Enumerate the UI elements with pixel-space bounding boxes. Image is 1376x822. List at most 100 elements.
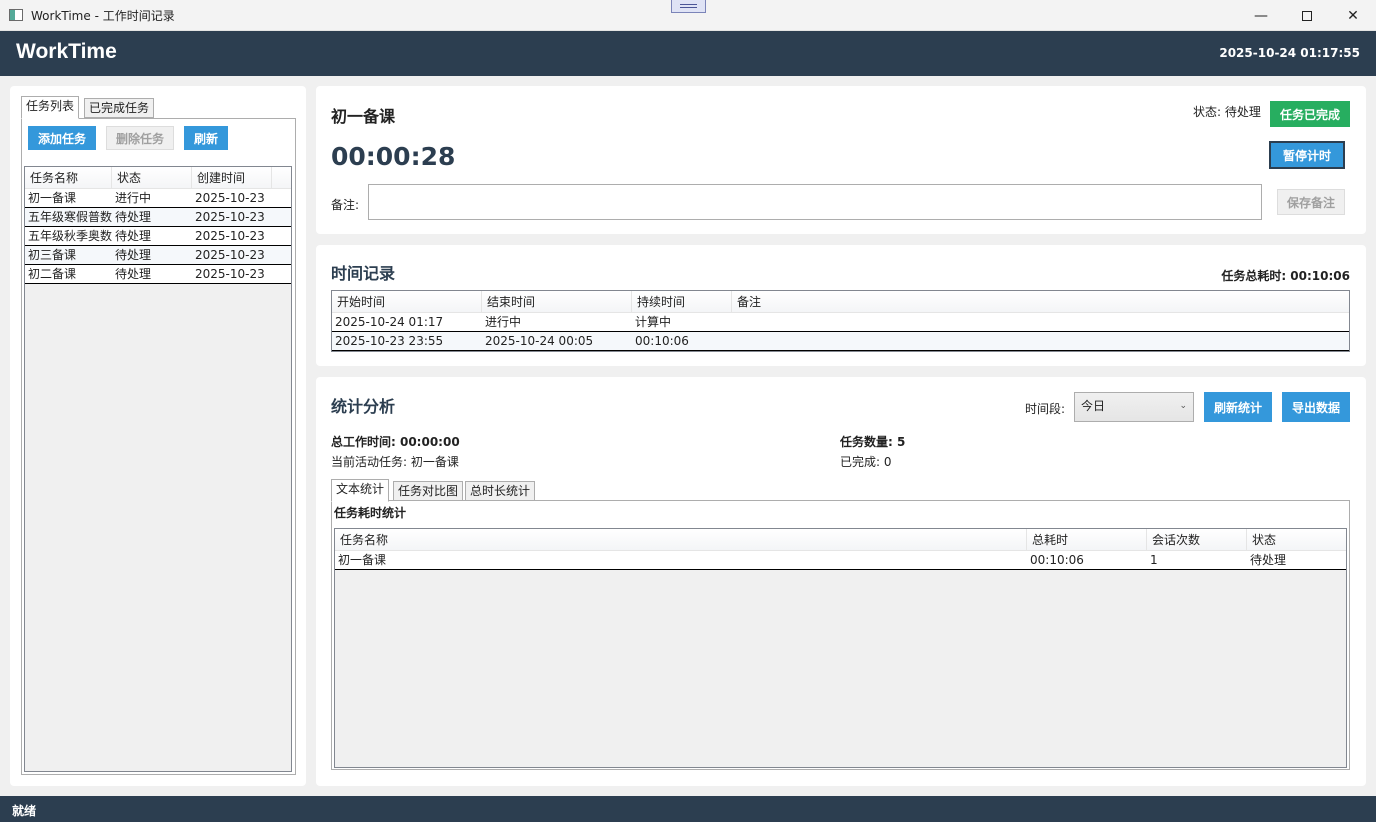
cell-end: 进行中 bbox=[485, 315, 522, 329]
timer-display: 00:00:28 bbox=[331, 142, 456, 171]
cell-sessions: 1 bbox=[1150, 553, 1158, 567]
task-count: 任务数量: 5 bbox=[840, 435, 906, 449]
cell-duration: 计算中 bbox=[635, 315, 672, 329]
time-records-title: 时间记录 bbox=[331, 264, 396, 283]
maximize-icon bbox=[1302, 10, 1312, 21]
app-brand: WorkTime bbox=[16, 40, 117, 63]
cell-note bbox=[732, 313, 832, 331]
time-records-panel: 时间记录 任务总耗时: 00:10:06 开始时间 结束时间 持续时间 备注 2… bbox=[316, 245, 1366, 366]
cell-task-name: 初一备课 bbox=[338, 553, 387, 567]
cell-duration: 00:10:06 bbox=[635, 334, 689, 348]
period-label: 时间段: bbox=[1025, 402, 1066, 416]
chevron-down-icon: ⌄ bbox=[1179, 401, 1187, 411]
cell-created: 2025-10-23 bbox=[195, 210, 265, 224]
window-title: WorkTime - 工作时间记录 bbox=[31, 8, 175, 23]
tab-text-stats[interactable]: 文本统计 bbox=[331, 479, 390, 502]
active-task: 当前活动任务: 初一备课 bbox=[331, 455, 459, 469]
cell-status: 进行中 bbox=[115, 191, 152, 205]
maximize-button[interactable] bbox=[1284, 0, 1330, 31]
pause-timer-button[interactable]: 暂停计时 bbox=[1269, 141, 1345, 169]
cell-status: 待处理 bbox=[115, 229, 152, 243]
cell-task-name: 初三备课 bbox=[28, 248, 77, 262]
window-titlebar[interactable]: WorkTime - 工作时间记录 — ✕ bbox=[0, 0, 1376, 31]
current-task-name: 初一备课 bbox=[331, 107, 396, 126]
cell-created: 2025-10-23 bbox=[195, 191, 265, 205]
note-label: 备注: bbox=[331, 198, 360, 212]
stats-panel: 统计分析 时间段: 今日 ⌄ 刷新统计 导出数据 总工作时间: 00:00:00… bbox=[316, 377, 1366, 786]
add-task-button[interactable]: 添加任务 bbox=[28, 126, 96, 150]
total-work-time: 总工作时间: 00:00:00 bbox=[331, 435, 460, 449]
cell-status: 待处理 bbox=[115, 210, 152, 224]
note-input[interactable] bbox=[368, 184, 1262, 220]
cell-status: 待处理 bbox=[1250, 553, 1287, 567]
cell-start: 2025-10-24 01:17 bbox=[335, 315, 444, 329]
column-header-task-name[interactable]: 任务名称 bbox=[25, 167, 112, 188]
column-header-sessions[interactable]: 会话次数 bbox=[1147, 529, 1247, 550]
column-header-end[interactable]: 结束时间 bbox=[482, 291, 632, 312]
period-select-value: 今日 bbox=[1081, 399, 1106, 413]
column-header-task-name[interactable]: 任务名称 bbox=[335, 529, 1027, 550]
cell-status: 待处理 bbox=[115, 267, 152, 281]
cell-total-time: 00:10:06 bbox=[1030, 553, 1084, 567]
completed-count: 已完成: 0 bbox=[840, 455, 892, 469]
save-note-button[interactable]: 保存备注 bbox=[1277, 189, 1345, 215]
cell-note bbox=[732, 332, 832, 350]
table-row[interactable]: 初三备课 待处理 2025-10-23 bbox=[25, 246, 291, 265]
time-records-grid[interactable]: 开始时间 结束时间 持续时间 备注 2025-10-24 01:17 进行中 计… bbox=[331, 290, 1350, 352]
minimize-icon: — bbox=[1254, 7, 1268, 24]
tab-completed-tasks[interactable]: 已完成任务 bbox=[84, 98, 155, 118]
cell-task-name: 五年级寒假普数 bbox=[28, 210, 112, 224]
column-header-duration[interactable]: 持续时间 bbox=[632, 291, 732, 312]
cell-created: 2025-10-23 bbox=[195, 248, 265, 262]
column-header-total-time[interactable]: 总耗时 bbox=[1027, 529, 1147, 550]
close-icon: ✕ bbox=[1347, 7, 1359, 24]
stats-title: 统计分析 bbox=[331, 397, 396, 416]
tab-task-comparison[interactable]: 任务对比图 bbox=[393, 481, 464, 501]
cell-end: 2025-10-24 00:05 bbox=[485, 334, 594, 348]
column-header-start[interactable]: 开始时间 bbox=[332, 291, 482, 312]
header-clock: 2025-10-24 01:17:55 bbox=[1219, 46, 1360, 60]
app-header: WorkTime 2025-10-24 01:17:55 bbox=[0, 31, 1376, 76]
table-row[interactable]: 初一备课 进行中 2025-10-23 bbox=[25, 189, 291, 208]
table-row[interactable]: 2025-10-24 01:17 进行中 计算中 bbox=[332, 313, 1349, 332]
current-task-status: 状态: 待处理 bbox=[1193, 105, 1261, 119]
table-row[interactable]: 五年级寒假普数 待处理 2025-10-23 bbox=[25, 208, 291, 227]
column-header-status[interactable]: 状态 bbox=[112, 167, 192, 188]
task-total-time: 任务总耗时: 00:10:06 bbox=[1221, 269, 1350, 283]
status-bar: 就绪 bbox=[0, 796, 1376, 822]
cell-task-name: 初二备课 bbox=[28, 267, 77, 281]
period-select[interactable]: 今日 ⌄ bbox=[1074, 392, 1194, 422]
minimize-button[interactable]: — bbox=[1238, 0, 1284, 31]
table-row[interactable]: 初二备课 待处理 2025-10-23 bbox=[25, 265, 291, 284]
table-row[interactable]: 2025-10-23 23:55 2025-10-24 00:05 00:10:… bbox=[332, 332, 1349, 351]
task-grid-header: 任务名称 状态 创建时间 bbox=[25, 167, 291, 189]
column-header-created[interactable]: 创建时间 bbox=[192, 167, 272, 188]
app-icon bbox=[9, 9, 23, 21]
table-row[interactable]: 五年级秋季奥数 待处理 2025-10-23 bbox=[25, 227, 291, 246]
task-list-panel: 任务列表 已完成任务 添加任务 删除任务 刷新 任务名称 状态 创建时间 初一备… bbox=[10, 86, 306, 786]
complete-task-button[interactable]: 任务已完成 bbox=[1270, 101, 1350, 127]
export-data-button[interactable]: 导出数据 bbox=[1282, 392, 1350, 422]
refresh-button[interactable]: 刷新 bbox=[184, 126, 228, 150]
task-grid[interactable]: 任务名称 状态 创建时间 初一备课 进行中 2025-10-23 五年级寒假普数… bbox=[24, 166, 292, 772]
column-header-status[interactable]: 状态 bbox=[1247, 529, 1346, 550]
delete-task-button[interactable]: 删除任务 bbox=[106, 126, 174, 150]
cell-status: 待处理 bbox=[115, 248, 152, 262]
current-task-panel: 初一备课 状态: 待处理 任务已完成 00:00:28 暂停计时 备注: 保存备… bbox=[316, 86, 1366, 234]
cell-task-name: 五年级秋季奥数 bbox=[28, 229, 112, 243]
stats-grid[interactable]: 任务名称 总耗时 会话次数 状态 初一备课 00:10:06 1 待处理 bbox=[334, 528, 1347, 768]
tab-task-list[interactable]: 任务列表 bbox=[21, 96, 80, 119]
stats-grid-header: 任务名称 总耗时 会话次数 状态 bbox=[335, 529, 1346, 551]
cell-start: 2025-10-23 23:55 bbox=[335, 334, 444, 348]
refresh-stats-button[interactable]: 刷新统计 bbox=[1204, 392, 1272, 422]
time-records-header: 开始时间 结束时间 持续时间 备注 bbox=[332, 291, 1349, 313]
tab-total-duration[interactable]: 总时长统计 bbox=[465, 481, 536, 501]
task-list-tab-body: 添加任务 删除任务 刷新 任务名称 状态 创建时间 初一备课 进行中 2025-… bbox=[21, 118, 296, 775]
cell-task-name: 初一备课 bbox=[28, 191, 77, 205]
column-header-note[interactable]: 备注 bbox=[732, 291, 832, 312]
cell-created: 2025-10-23 bbox=[195, 229, 265, 243]
close-button[interactable]: ✕ bbox=[1330, 0, 1376, 31]
cell-created: 2025-10-23 bbox=[195, 267, 265, 281]
table-row[interactable]: 初一备课 00:10:06 1 待处理 bbox=[335, 551, 1346, 570]
drag-handle-icon[interactable] bbox=[671, 0, 706, 13]
